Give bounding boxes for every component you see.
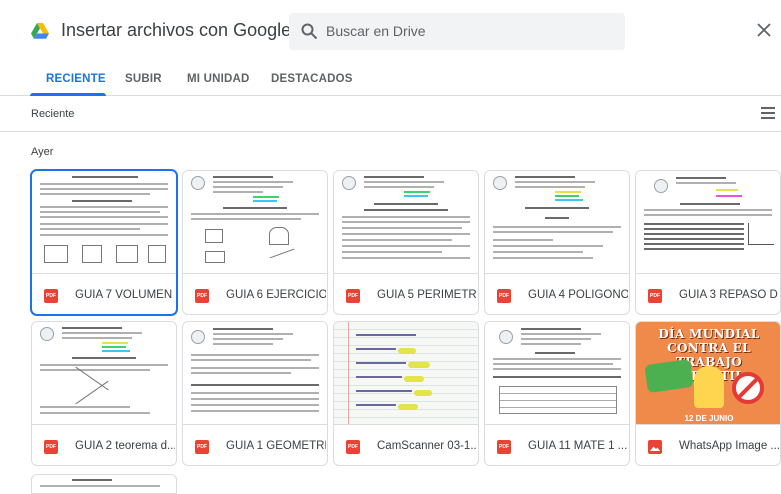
tab-bar: RECIENTE SUBIR MI UNIDAD DESTACADOS xyxy=(0,62,781,96)
tab-subir[interactable]: SUBIR xyxy=(125,73,162,85)
file-card[interactable]: PDF GUIA 1 GEOMETRIA xyxy=(182,321,328,466)
close-icon[interactable] xyxy=(756,22,772,38)
file-name: GUIA 3 REPASO D... xyxy=(679,289,779,301)
file-card[interactable]: PDF CamScanner 03-1... xyxy=(333,321,479,466)
file-card[interactable]: PDF GUIA 3 REPASO D... xyxy=(635,170,781,315)
file-thumbnail xyxy=(636,171,780,274)
file-card[interactable]: PDF GUIA 7 VOLUMEN DE CUERPOS xyxy=(31,170,177,315)
file-name: GUIA 7 VOLUMEN DE CUERPOS xyxy=(75,289,175,301)
file-card[interactable]: DÍA MUNDIAL CONTRA EL TRABAJO INFANTIL 1… xyxy=(635,321,781,466)
view-bar: Reciente xyxy=(0,96,781,132)
image-icon xyxy=(648,440,662,454)
pdf-icon: PDF xyxy=(346,440,360,454)
file-card[interactable] xyxy=(31,474,177,494)
file-thumbnail xyxy=(183,171,327,274)
pdf-icon: PDF xyxy=(44,440,58,454)
list-view-icon[interactable] xyxy=(761,107,775,119)
file-thumbnail: DÍA MUNDIAL CONTRA EL TRABAJO INFANTIL 1… xyxy=(636,322,780,425)
search-icon[interactable] xyxy=(301,23,318,40)
tab-reciente[interactable]: RECIENTE xyxy=(46,73,106,85)
search-box[interactable]: Buscar en Drive xyxy=(289,13,625,50)
pdf-icon: PDF xyxy=(648,289,662,303)
file-card[interactable]: PDF GUIA 4 POLIGONOS xyxy=(484,170,630,315)
file-thumbnail xyxy=(485,322,629,425)
pdf-icon: PDF xyxy=(195,440,209,454)
pdf-icon: PDF xyxy=(44,289,58,303)
file-name: GUIA 2 teorema d... xyxy=(75,440,175,452)
file-card[interactable]: PDF GUIA 2 teorema d... xyxy=(31,321,177,466)
file-name: GUIA 6 EJERCICIOS xyxy=(226,289,326,301)
file-thumbnail xyxy=(183,322,327,425)
group-label: Ayer xyxy=(31,146,54,158)
tab-destacados[interactable]: DESTACADOS xyxy=(271,73,353,85)
file-name: GUIA 11 MATE 1 ... xyxy=(528,440,628,452)
pdf-icon: PDF xyxy=(497,289,511,303)
dialog-header: Insertar archivos con Google Drive Busca… xyxy=(0,0,781,62)
file-name: CamScanner 03-1... xyxy=(377,440,477,452)
file-name: GUIA 4 POLIGONOS xyxy=(528,289,628,301)
file-thumbnail xyxy=(32,171,176,274)
thumbnail-subtitle: 12 DE JUNIO xyxy=(684,414,734,423)
pdf-icon: PDF xyxy=(195,289,209,303)
file-thumbnail xyxy=(334,171,478,274)
google-drive-icon xyxy=(31,23,49,39)
pdf-icon: PDF xyxy=(346,289,360,303)
file-name: WhatsApp Image ... xyxy=(679,440,779,452)
section-label: Reciente xyxy=(31,108,75,120)
file-thumbnail xyxy=(32,322,176,425)
file-card[interactable]: PDF GUIA 6 EJERCICIOS xyxy=(182,170,328,315)
file-card[interactable]: PDF GUIA 5 PERIMETROS xyxy=(333,170,479,315)
file-name: GUIA 5 PERIMETROS xyxy=(377,289,477,301)
pdf-icon: PDF xyxy=(497,440,511,454)
search-input[interactable]: Buscar en Drive xyxy=(326,23,426,39)
file-card[interactable]: PDF GUIA 11 MATE 1 ... xyxy=(484,321,630,466)
file-thumbnail xyxy=(485,171,629,274)
file-name: GUIA 1 GEOMETRIA xyxy=(226,440,326,452)
file-thumbnail xyxy=(334,322,478,425)
tab-mi-unidad[interactable]: MI UNIDAD xyxy=(187,73,250,85)
